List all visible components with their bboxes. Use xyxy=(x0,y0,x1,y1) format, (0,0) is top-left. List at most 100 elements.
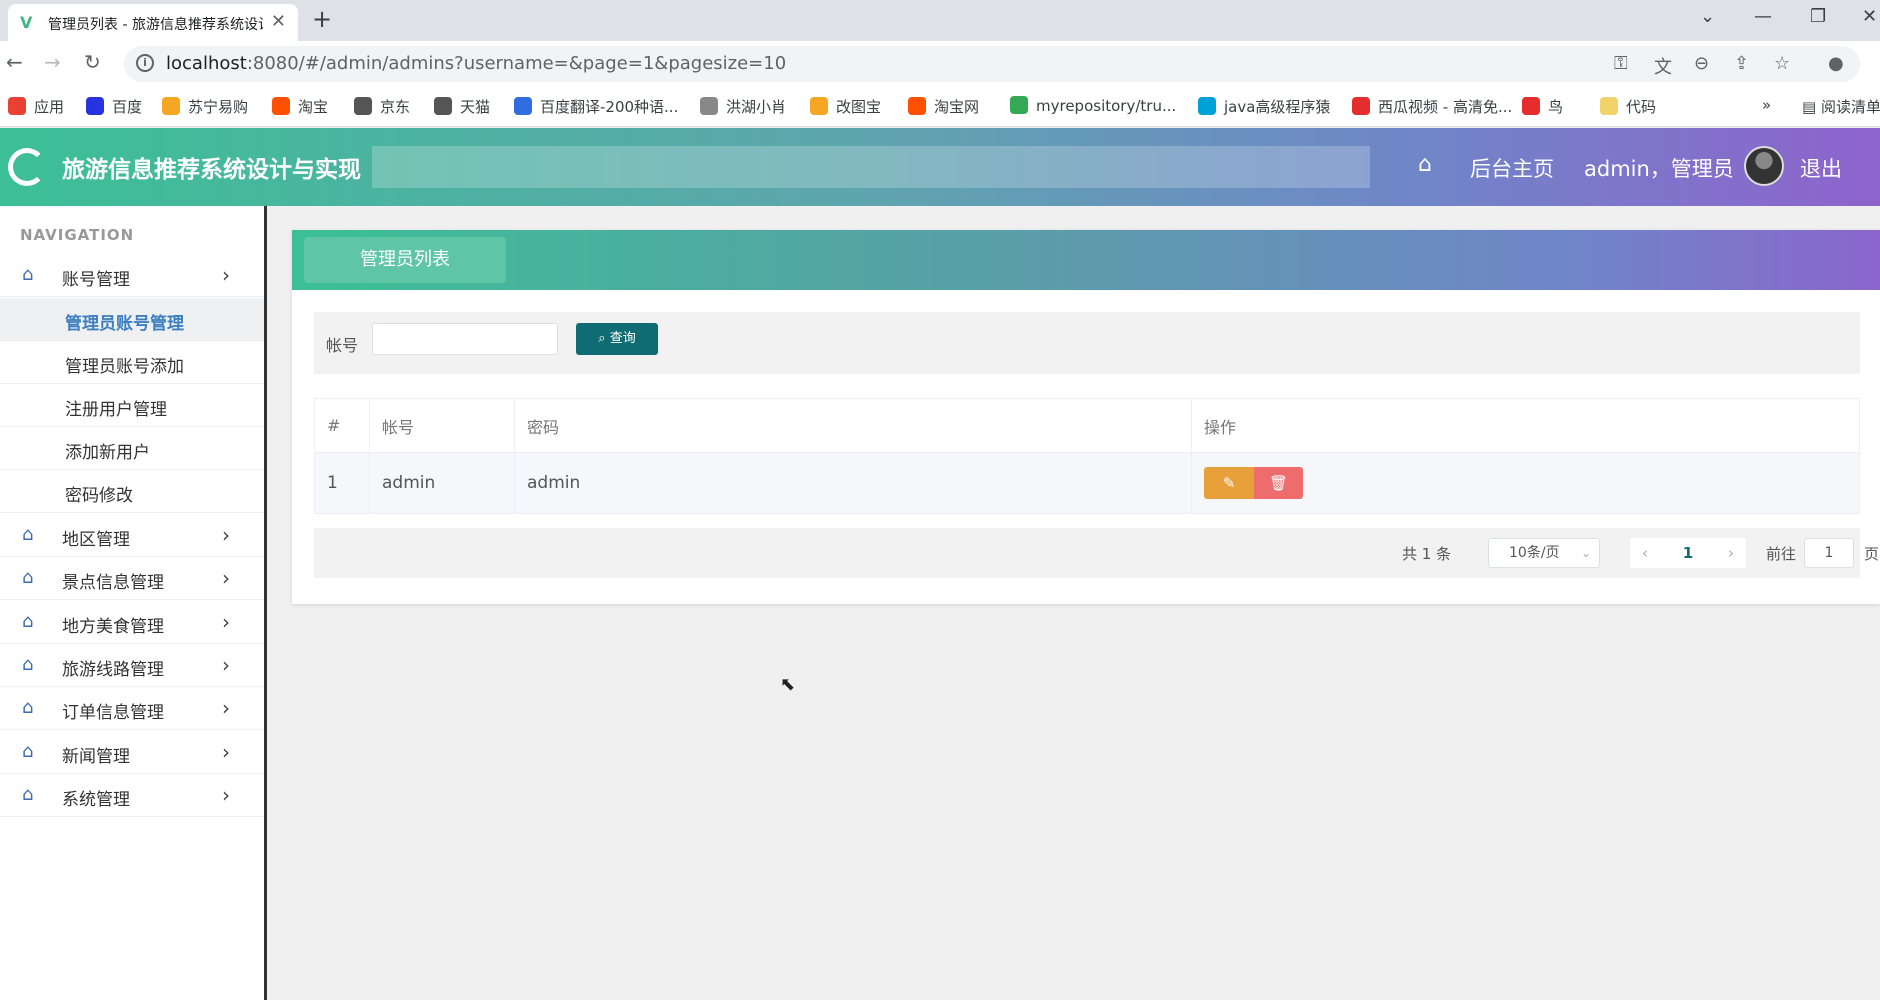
forward-icon[interactable]: → xyxy=(44,50,61,74)
sidebar-subitem[interactable]: 管理员账号添加 xyxy=(0,341,264,384)
site-info-icon[interactable]: i xyxy=(136,54,154,72)
bookmark-item[interactable]: 淘宝网 xyxy=(908,96,979,118)
sidebar-group-label: 景点信息管理 xyxy=(62,573,164,594)
bookmark-label: 百度 xyxy=(112,98,143,116)
home-icon: ⌂ xyxy=(22,653,34,675)
bookmark-star-icon[interactable]: ☆ xyxy=(1774,53,1790,74)
delete-button[interactable]: 🗑 xyxy=(1254,467,1303,499)
zoom-icon[interactable]: ⊖ xyxy=(1694,53,1709,74)
cell-actions: ✎ 🗑 xyxy=(1192,453,1861,513)
browser-tab-bar: V 管理员列表 - 旅游信息推荐系统设计与实现 ✕ + ⌄ — ❐ ✕ xyxy=(0,0,1880,41)
home-link[interactable]: 后台主页 xyxy=(1470,153,1554,183)
sidebar-group-item-5[interactable]: ⌂ 新闻管理 › xyxy=(0,731,264,774)
sidebar-group-label: 订单信息管理 xyxy=(62,703,164,724)
goto-page-input[interactable]: 1 xyxy=(1804,538,1854,568)
bookmark-item[interactable]: 淘宝 xyxy=(272,96,328,118)
search-button[interactable]: ⌕ 查询 xyxy=(576,323,658,355)
bookmark-label: 京东 xyxy=(380,98,411,116)
bookmark-item[interactable]: 鸟 xyxy=(1522,96,1563,118)
sidebar-group-item-1[interactable]: ⌂ 景点信息管理 › xyxy=(0,557,264,601)
search-label: 帐号 xyxy=(326,336,359,355)
next-page-button[interactable]: › xyxy=(1716,538,1746,568)
chevron-right-icon: › xyxy=(222,739,230,764)
address-bar[interactable]: i localhost:8080/#/admin/admins?username… xyxy=(124,46,1860,82)
reading-list[interactable]: ▤ 阅读清单 xyxy=(1802,96,1880,118)
page-size-select[interactable]: 10条/页 ⌄ xyxy=(1488,538,1600,568)
chevron-right-icon: › xyxy=(222,609,230,634)
sidebar-subitem-label: 密码修改 xyxy=(65,486,133,506)
tab-search-icon[interactable]: ⌄ xyxy=(1700,6,1715,27)
bookmark-item[interactable]: 百度 xyxy=(86,96,142,118)
bookmark-item[interactable]: 京东 xyxy=(354,96,410,118)
bookmark-favicon-icon xyxy=(272,97,290,115)
sidebar-subitem[interactable]: 密码修改 xyxy=(0,470,264,513)
chevron-down-icon: ⌄ xyxy=(1580,546,1591,560)
bookmark-favicon-icon xyxy=(8,97,26,115)
bookmark-item[interactable]: 改图宝 xyxy=(810,96,881,118)
close-tab-icon[interactable]: ✕ xyxy=(271,11,286,32)
page-number[interactable]: 1 xyxy=(1660,538,1716,568)
sidebar-group-item-2[interactable]: ⌂ 地方美食管理 › xyxy=(0,601,264,644)
bookmark-favicon-icon xyxy=(1600,97,1618,115)
close-window-icon[interactable]: ✕ xyxy=(1862,6,1877,27)
bookmark-favicon-icon xyxy=(1522,97,1540,115)
edit-icon: ✎ xyxy=(1222,474,1236,492)
sidebar-subitem[interactable]: 管理员账号管理 xyxy=(0,298,264,341)
sidebar-group-item-3[interactable]: ⌂ 旅游线路管理 › xyxy=(0,644,264,687)
bookmark-favicon-icon xyxy=(162,97,180,115)
sidebar-group-account[interactable]: ⌂ 账号管理 › xyxy=(0,254,264,297)
sidebar-group-item-0[interactable]: ⌂ 地区管理 › xyxy=(0,514,264,557)
translate-icon[interactable]: 文 xyxy=(1654,53,1672,79)
bookmark-item[interactable]: 洪湖小肖 xyxy=(700,96,786,118)
current-user: admin，管理员 xyxy=(1584,157,1734,181)
home-icon: ⌂ xyxy=(22,567,34,589)
reload-icon[interactable]: ↻ xyxy=(84,50,101,74)
bookmarks-bar: 应用 百度 苏宁易购 淘宝 京东 天猫 百度翻译-200种语... 洪湖小肖 改图宝 淘宝网 myr… xyxy=(0,87,1880,127)
card-title-tab[interactable]: 管理员列表 xyxy=(304,237,506,283)
bookmark-label: 淘宝 xyxy=(298,98,329,116)
sidebar-subitem[interactable]: 注册用户管理 xyxy=(0,384,264,427)
bookmark-item[interactable]: 百度翻译-200种语... xyxy=(514,96,678,118)
profile-icon[interactable]: ● xyxy=(1828,53,1844,74)
home-icon: ⌂ xyxy=(22,610,34,632)
app-title: 旅游信息推荐系统设计与实现 xyxy=(62,157,361,183)
bookmark-item[interactable]: myrepository/tru... xyxy=(1010,96,1176,118)
edit-button[interactable]: ✎ xyxy=(1204,467,1254,499)
bookmark-label: 天猫 xyxy=(460,98,491,116)
minimize-icon[interactable]: — xyxy=(1754,6,1772,27)
bookmark-label: 洪湖小肖 xyxy=(726,98,787,116)
bookmark-item[interactable]: java高级程序猿 xyxy=(1198,96,1330,118)
bookmark-item[interactable]: 代码 xyxy=(1600,96,1656,118)
chevron-right-icon: › xyxy=(222,782,230,807)
new-tab-icon[interactable]: + xyxy=(312,5,332,33)
home-icon[interactable]: ⌂ xyxy=(1418,152,1432,177)
bookmark-item[interactable]: 西瓜视频 - 高清免... xyxy=(1352,96,1512,118)
browser-tab[interactable]: V 管理员列表 - 旅游信息推荐系统设计与实现 ✕ xyxy=(8,4,298,41)
sidebar-subitem[interactable]: 添加新用户 xyxy=(0,427,264,470)
bookmark-item[interactable]: 苏宁易购 xyxy=(162,96,248,118)
bookmark-favicon-icon xyxy=(354,97,372,115)
sidebar-group-item-6[interactable]: ⌂ 系统管理 › xyxy=(0,774,264,817)
chevron-right-icon: › xyxy=(222,523,230,547)
username-search-input[interactable] xyxy=(372,323,558,355)
bookmark-favicon-icon xyxy=(810,97,828,115)
bookmark-favicon-icon xyxy=(1198,97,1216,115)
url-text[interactable]: localhost:8080/#/admin/admins?username=&… xyxy=(166,53,786,74)
mouse-cursor-icon: ⬉ xyxy=(780,674,796,695)
password-key-icon[interactable]: ⚿ xyxy=(1614,53,1628,74)
pagination: 共 1 条 10条/页 ⌄ ‹ 1 › 前往 1 页 xyxy=(314,528,1879,578)
prev-page-button[interactable]: ‹ xyxy=(1630,538,1660,568)
restore-icon[interactable]: ❐ xyxy=(1810,6,1826,27)
vue-favicon-icon: V xyxy=(20,13,33,32)
back-icon[interactable]: ← xyxy=(6,50,23,74)
logout-link[interactable]: 退出 xyxy=(1800,153,1842,183)
bookmark-item[interactable]: 天猫 xyxy=(434,96,490,118)
bookmarks-overflow-icon[interactable]: » xyxy=(1762,96,1771,118)
bookmark-item[interactable]: 应用 xyxy=(8,96,64,118)
share-icon[interactable]: ⇪ xyxy=(1734,53,1749,74)
bookmark-label: 西瓜视频 - 高清免... xyxy=(1378,98,1513,116)
bookmark-label: java高级程序猿 xyxy=(1224,98,1331,116)
sidebar-group-item-4[interactable]: ⌂ 订单信息管理 › xyxy=(0,687,264,731)
page-unit-label: 页 xyxy=(1864,545,1880,563)
bookmark-favicon-icon xyxy=(86,97,104,115)
